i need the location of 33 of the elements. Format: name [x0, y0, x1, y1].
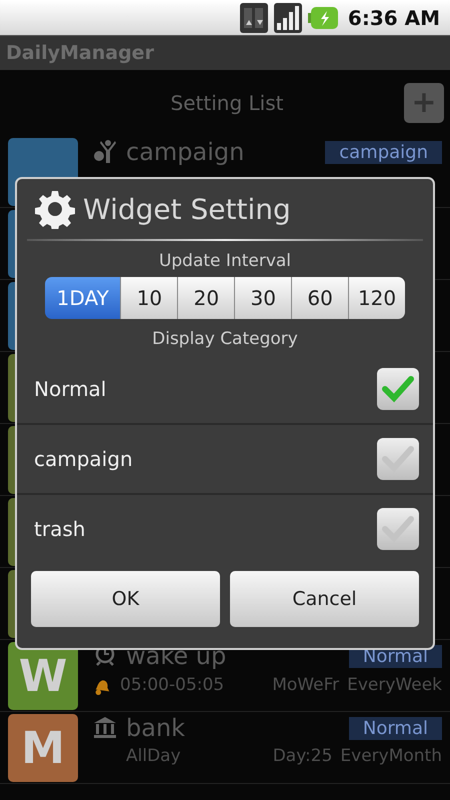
status-time: 6:36 AM [348, 6, 440, 30]
section-label: Display Category [151, 329, 299, 349]
checkbox[interactable] [377, 438, 419, 480]
battery-icon [308, 6, 338, 30]
interval-option[interactable]: 20 [177, 277, 234, 319]
interval-option[interactable]: 120 [348, 277, 405, 319]
section-label: Update Interval [158, 251, 292, 271]
tile-letter: W [18, 650, 68, 702]
signal-icon [274, 2, 302, 32]
entry-title: bank [126, 714, 186, 742]
interval-option[interactable]: 10 [120, 277, 178, 319]
day-pattern: MoWeFr [272, 675, 340, 695]
network-icon [240, 2, 268, 32]
time-range: 05:00-05:05 [120, 675, 226, 695]
dialog-title: Widget Setting [83, 192, 291, 226]
repeat-label: EveryWeek [347, 675, 442, 695]
category-tag: Normal [348, 716, 442, 740]
repeat-label: EveryMonth [340, 746, 442, 766]
category-tag: campaign [325, 140, 442, 164]
entry-title: wake up [126, 642, 228, 670]
figure-icon [92, 139, 118, 165]
entry-title: campaign [126, 138, 246, 166]
checkbox[interactable] [377, 368, 419, 410]
time-range: AllDay [126, 746, 182, 766]
interval-option[interactable]: 30 [234, 277, 292, 319]
interval-option[interactable]: 60 [291, 277, 348, 319]
checkbox[interactable] [377, 508, 419, 550]
app-title: DailyManager [6, 42, 154, 64]
tile-letter: M [21, 722, 65, 774]
list-title: Setting List [170, 91, 284, 115]
day-pattern: Day:25 [272, 746, 332, 766]
cancel-button[interactable]: Cancel [230, 571, 419, 627]
bank-icon [92, 715, 118, 741]
